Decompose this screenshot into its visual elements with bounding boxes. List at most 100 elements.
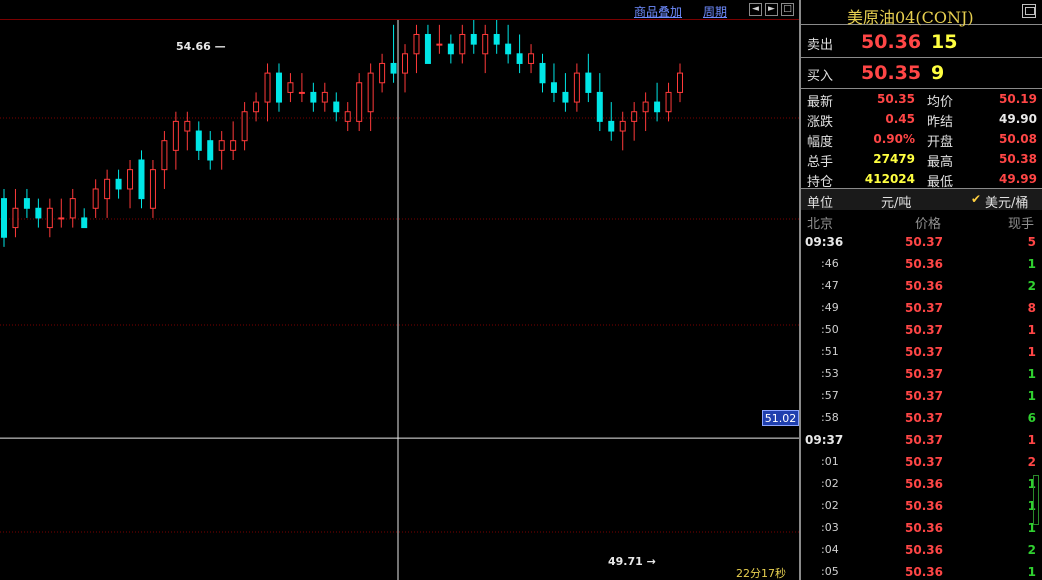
candle-body [230,140,237,151]
candle-body [184,120,191,132]
candle-body [402,53,409,74]
period-link[interactable]: 周期 [703,3,727,20]
tick-time: :58 [821,411,839,424]
candle-body [505,43,512,55]
tick-price: 50.37 [905,301,943,315]
scroll-left-icon[interactable]: ◄ [749,3,762,16]
expand-icon[interactable]: □ [781,3,794,16]
tick-row[interactable]: :46 50.36 1 [801,253,1042,275]
tick-time: :53 [821,367,839,380]
tick-header-volume: 现手 [1008,217,1035,232]
tick-price: 50.36 [905,279,943,293]
candle-body [1,198,7,238]
sell-quote-row[interactable]: 卖出 50.36 15 [801,27,1042,57]
candle-body [482,33,489,55]
tick-time: :03 [821,521,839,534]
tick-row[interactable]: :01 50.37 2 [801,451,1042,473]
tick-volume: 8 [1027,301,1036,315]
candle-body [585,72,592,93]
tick-header-time: 北京 [807,217,834,232]
tick-volume: 2 [1027,543,1036,557]
buy-quote-row[interactable]: 买入 50.35 9 [801,58,1042,88]
tick-time: :05 [821,565,839,578]
tick-volume: 1 [1027,433,1036,447]
tick-row[interactable]: :58 50.37 6 [801,407,1042,429]
tick-row[interactable]: :04 50.36 2 [801,539,1042,561]
tick-row[interactable]: 09:37 50.37 1 [801,429,1042,451]
quote-panel: 美原油04(CONJ) 卖出 50.36 15 买入 50.35 9 最新 50.… [799,0,1042,580]
candle-body [12,207,19,229]
stat-label: 总手 [807,155,834,170]
stat-value: 0.90% [873,132,915,146]
stat-value: 50.35 [877,92,915,106]
candle-body [23,198,30,209]
unit-option-yuan-per-ton[interactable]: 元/吨 [881,192,911,211]
scroll-right-icon[interactable]: ► [765,3,778,16]
stat-value: 50.08 [999,132,1037,146]
overlay-commodity-link[interactable]: 商品叠加 [634,3,682,20]
sell-volume: 15 [931,31,958,53]
candle-body [528,53,535,64]
tick-price: 50.37 [905,323,943,337]
bar-countdown: 22分17秒 [736,567,786,580]
kline-chart-area[interactable]: 商品叠加 周期 ◄ ► □ 51.02 54.66 — 49.71 → 22分1… [0,0,799,580]
tick-time: :04 [821,543,839,556]
tick-price: 50.37 [905,433,943,447]
unit-label: 单位 [807,196,834,211]
tick-row[interactable]: :50 50.37 1 [801,319,1042,341]
stat-value: 0.45 [885,112,915,126]
tick-volume: 5 [1027,235,1036,249]
candle-body [275,72,282,103]
tick-time: :47 [821,279,839,292]
candle-body [253,101,260,113]
tick-row[interactable]: :02 50.36 1 [801,495,1042,517]
stat-label: 最新 [807,95,834,110]
tick-price: 50.37 [905,235,943,249]
window-toggle-icon[interactable] [1022,4,1036,18]
candle-body [149,169,156,209]
tick-volume: 1 [1027,345,1036,359]
candle-body [92,188,99,209]
candle-body [264,72,271,103]
tick-row[interactable]: :57 50.37 1 [801,385,1042,407]
candle-body [207,140,214,161]
low-price-label: 49.71 → [608,555,656,568]
tick-row[interactable]: :51 50.37 1 [801,341,1042,363]
candlestick-plot[interactable] [0,20,799,580]
candle-body [677,72,683,93]
unit-option-usd-per-barrel[interactable]: 美元/桶 [985,192,1028,211]
candle-body [470,33,477,45]
tick-row[interactable]: :49 50.37 8 [801,297,1042,319]
candle-body [459,33,466,55]
candle-body [356,82,363,122]
tick-time: :50 [821,323,839,336]
tick-price: 50.36 [905,565,943,579]
tick-row[interactable]: :47 50.36 2 [801,275,1042,297]
tick-price: 50.37 [905,411,943,425]
sell-price: 50.36 [861,31,922,53]
stat-value: 49.90 [999,112,1037,126]
tick-volume: 1 [1027,389,1036,403]
tick-time: 09:36 [805,235,844,249]
candle-body [367,72,374,113]
tick-row[interactable]: :02 50.36 1 [801,473,1042,495]
tick-header-price: 价格 [915,217,942,232]
candle-body [46,207,53,229]
stat-value: 27479 [873,152,915,166]
tick-volume: 6 [1027,411,1036,425]
tick-row[interactable]: :53 50.37 1 [801,363,1042,385]
stat-label: 开盘 [927,135,954,150]
tick-price: 50.36 [905,521,943,535]
candle-body [654,101,661,113]
stat-label: 均价 [927,95,954,110]
tick-row[interactable]: :05 50.36 1 [801,561,1042,580]
tick-row[interactable]: :03 50.36 1 [801,517,1042,539]
tick-scrollbar[interactable] [1033,475,1039,525]
stat-value: 412024 [864,172,915,186]
candle-body [436,43,443,46]
tick-time: :49 [821,301,839,314]
stat-label: 昨结 [927,115,954,130]
panel-title-bar: 美原油04(CONJ) [801,0,1042,27]
tick-row[interactable]: 09:36 50.37 5 [801,231,1042,253]
candle-body [127,169,134,190]
